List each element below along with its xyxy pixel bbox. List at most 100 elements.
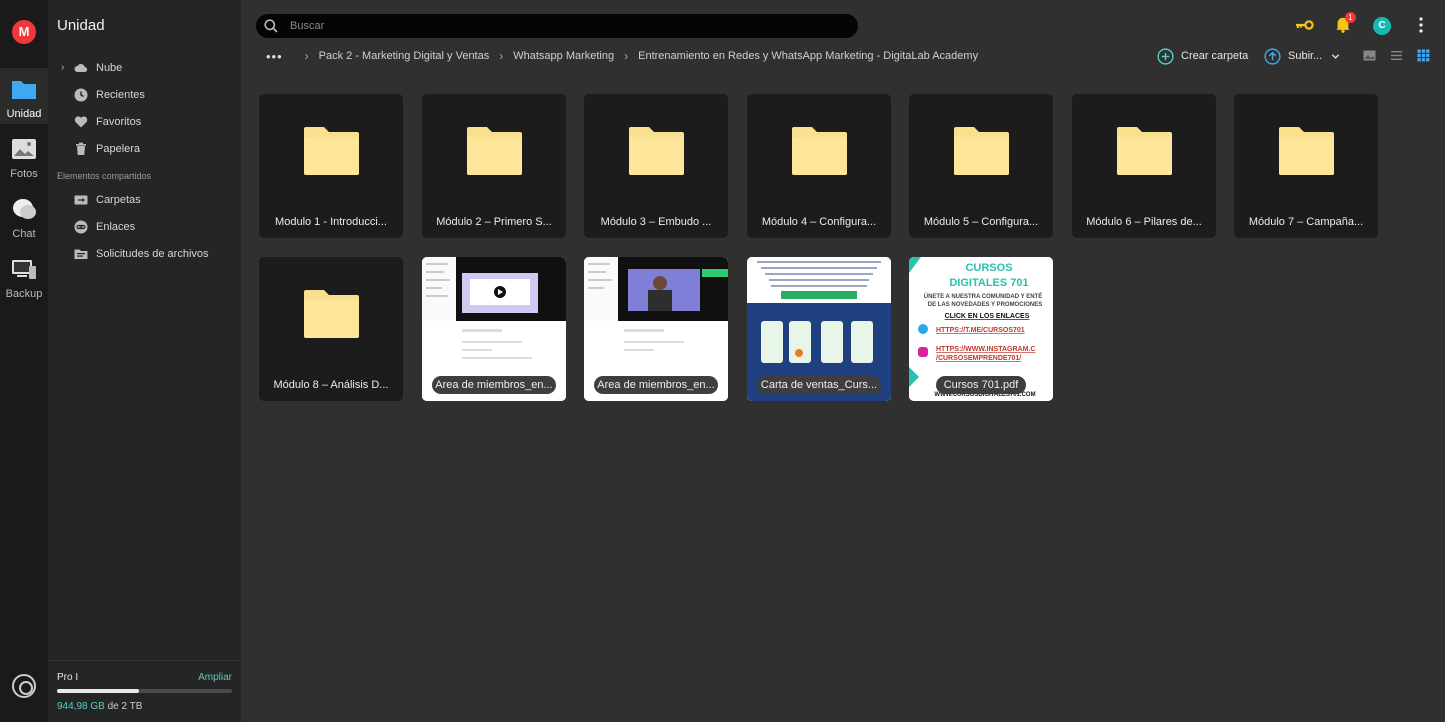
folder-name: Módulo 4 – Configura... — [761, 216, 877, 228]
storage-bar — [57, 689, 232, 693]
create-folder-label: Crear carpeta — [1181, 50, 1249, 62]
folder-name: Módulo 7 – Campaña... — [1248, 216, 1364, 228]
sidebar-item-label: Solicitudes de archivos — [96, 248, 209, 260]
file-card[interactable]: Area de miembros_en... — [584, 257, 728, 401]
pdf-title-line1: CURSOS — [965, 262, 1012, 274]
chevron-right-icon: › — [624, 49, 629, 63]
sidebar-item-solicitudes[interactable]: Solicitudes de archivos — [48, 243, 241, 265]
rail-label: Fotos — [10, 168, 38, 180]
breadcrumb-item[interactable]: Whatsapp Marketing — [513, 50, 614, 62]
pdf-title-line2: DIGITALES 701 — [949, 277, 1028, 289]
list-view-icon[interactable] — [1390, 49, 1403, 62]
more-vertical-icon[interactable] — [1411, 15, 1431, 35]
folder-card[interactable]: Módulo 5 – Configura... — [909, 94, 1053, 238]
notification-badge: 1 — [1345, 12, 1356, 23]
thumbnail-view-icon[interactable] — [1363, 49, 1376, 62]
plan-name: Pro I — [57, 672, 79, 683]
chat-icon — [13, 199, 36, 219]
storage-panel: Pro I Ampliar 944,98 GB de 2 TB — [48, 660, 241, 722]
create-folder-button[interactable]: Crear carpeta — [1157, 46, 1248, 66]
photo-icon — [12, 139, 36, 159]
clock-icon — [74, 88, 88, 102]
folder-icon — [792, 127, 847, 175]
avatar[interactable]: C — [1373, 17, 1391, 35]
rail-item-chat[interactable]: Chat — [0, 188, 48, 244]
folder-icon — [1279, 127, 1334, 175]
folder-icon — [1117, 127, 1172, 175]
folder-name: Módulo 8 – Análisis D... — [273, 379, 389, 391]
key-icon[interactable] — [1294, 15, 1314, 35]
storage-usage: 944,98 GB de 2 TB — [57, 701, 142, 712]
folder-card[interactable]: Modulo 1 - Introducci... — [259, 94, 403, 238]
folder-icon — [629, 127, 684, 175]
chevron-right-icon[interactable]: › — [61, 57, 64, 79]
sidebar-item-label: Favoritos — [96, 116, 142, 128]
file-card[interactable]: Area de miembros_en... — [422, 257, 566, 401]
sidebar-item-label: Papelera — [96, 143, 141, 155]
grid-view-icon[interactable] — [1417, 49, 1430, 62]
mega-logo[interactable]: M — [12, 20, 36, 44]
storage-bar-fill — [57, 689, 140, 693]
cloud-icon — [74, 64, 88, 73]
computer-icon — [12, 260, 36, 279]
breadcrumb: ••• › Pack 2 - Marketing Digital y Venta… — [266, 48, 978, 64]
rail-item-unidad[interactable]: Unidad — [0, 68, 48, 124]
folder-card[interactable]: Módulo 8 – Análisis D... — [259, 257, 403, 401]
folder-card[interactable]: Módulo 4 – Configura... — [747, 94, 891, 238]
file-card[interactable]: Carta de ventas_Curs... — [747, 257, 891, 401]
pdf-link-instagram-2: /CURSOSEMPRENDE701/ — [936, 355, 1021, 362]
storage-total: de 2 TB — [107, 701, 143, 712]
folder-name: Módulo 6 – Pilares de... — [1086, 216, 1202, 228]
sidebar-item-label: Nube — [96, 62, 123, 74]
heart-icon — [74, 116, 88, 128]
file-name: Area de miembros_en... — [432, 376, 556, 394]
search-bar[interactable] — [256, 14, 858, 38]
folder-card[interactable]: Módulo 6 – Pilares de... — [1072, 94, 1216, 238]
sidebar-item-nube[interactable]: › Nube — [48, 57, 241, 79]
breadcrumb-item[interactable]: Pack 2 - Marketing Digital y Ventas — [319, 50, 490, 62]
folder-card[interactable]: Módulo 2 – Primero S... — [422, 94, 566, 238]
sidebar-title: Unidad — [57, 17, 105, 34]
notifications-button[interactable]: 1 — [1334, 12, 1356, 35]
chevron-down-icon[interactable] — [1331, 52, 1340, 61]
sidebar-item-recientes[interactable]: Recientes — [48, 84, 241, 106]
rail-label: Backup — [5, 288, 43, 300]
search-icon — [264, 19, 278, 33]
folder-icon — [467, 127, 522, 175]
shared-folder-icon — [74, 195, 88, 205]
folder-icon — [304, 290, 359, 338]
folder-card[interactable]: Módulo 7 – Campaña... — [1234, 94, 1378, 238]
shared-section-label: Elementos compartidos — [57, 171, 152, 181]
sidebar-item-papelera[interactable]: Papelera — [48, 138, 241, 160]
breadcrumb-more-button[interactable]: ••• — [266, 49, 283, 64]
sidebar-item-label: Enlaces — [96, 221, 136, 233]
telegram-icon — [918, 324, 928, 334]
folder-card[interactable]: Módulo 3 – Embudo ... — [584, 94, 728, 238]
instagram-icon — [918, 347, 928, 357]
upload-button[interactable]: Subir... — [1264, 46, 1340, 66]
transfer-manager-icon[interactable] — [12, 674, 36, 698]
rail-item-backup[interactable]: Backup — [0, 248, 48, 304]
sidebar-item-label: Carpetas — [96, 194, 141, 206]
rail-item-fotos[interactable]: Fotos — [0, 128, 48, 184]
plus-circle-icon — [1157, 47, 1174, 65]
file-name: Area de miembros_en... — [594, 376, 718, 394]
folder-name: Módulo 5 – Configura... — [923, 216, 1039, 228]
pdf-cta: CLICK EN LOS ENLACES — [945, 313, 1030, 320]
search-input[interactable] — [290, 17, 830, 35]
storage-used: 944,98 GB — [57, 701, 105, 712]
upgrade-link[interactable]: Ampliar — [198, 672, 232, 683]
chevron-right-icon: › — [499, 49, 504, 63]
file-name: Cursos 701.pdf — [936, 376, 1026, 394]
upload-label: Subir... — [1288, 50, 1323, 62]
file-card[interactable]: CURSOS DIGITALES 701 ÚNETE A NUESTRA COM… — [909, 257, 1053, 401]
folder-name: Módulo 3 – Embudo ... — [600, 216, 712, 228]
sidebar-item-enlaces[interactable]: Enlaces — [48, 216, 241, 238]
folder-icon — [12, 81, 36, 99]
folder-name: Modulo 1 - Introducci... — [275, 216, 387, 228]
sidebar-item-favoritos[interactable]: Favoritos — [48, 111, 241, 133]
sidebar-item-carpetas[interactable]: Carpetas — [48, 189, 241, 211]
link-icon — [74, 220, 88, 234]
pdf-line1: ÚNETE A NUESTRA COMUNIDAD Y ENTÉ — [924, 292, 1042, 300]
folder-name: Módulo 2 – Primero S... — [436, 216, 552, 228]
